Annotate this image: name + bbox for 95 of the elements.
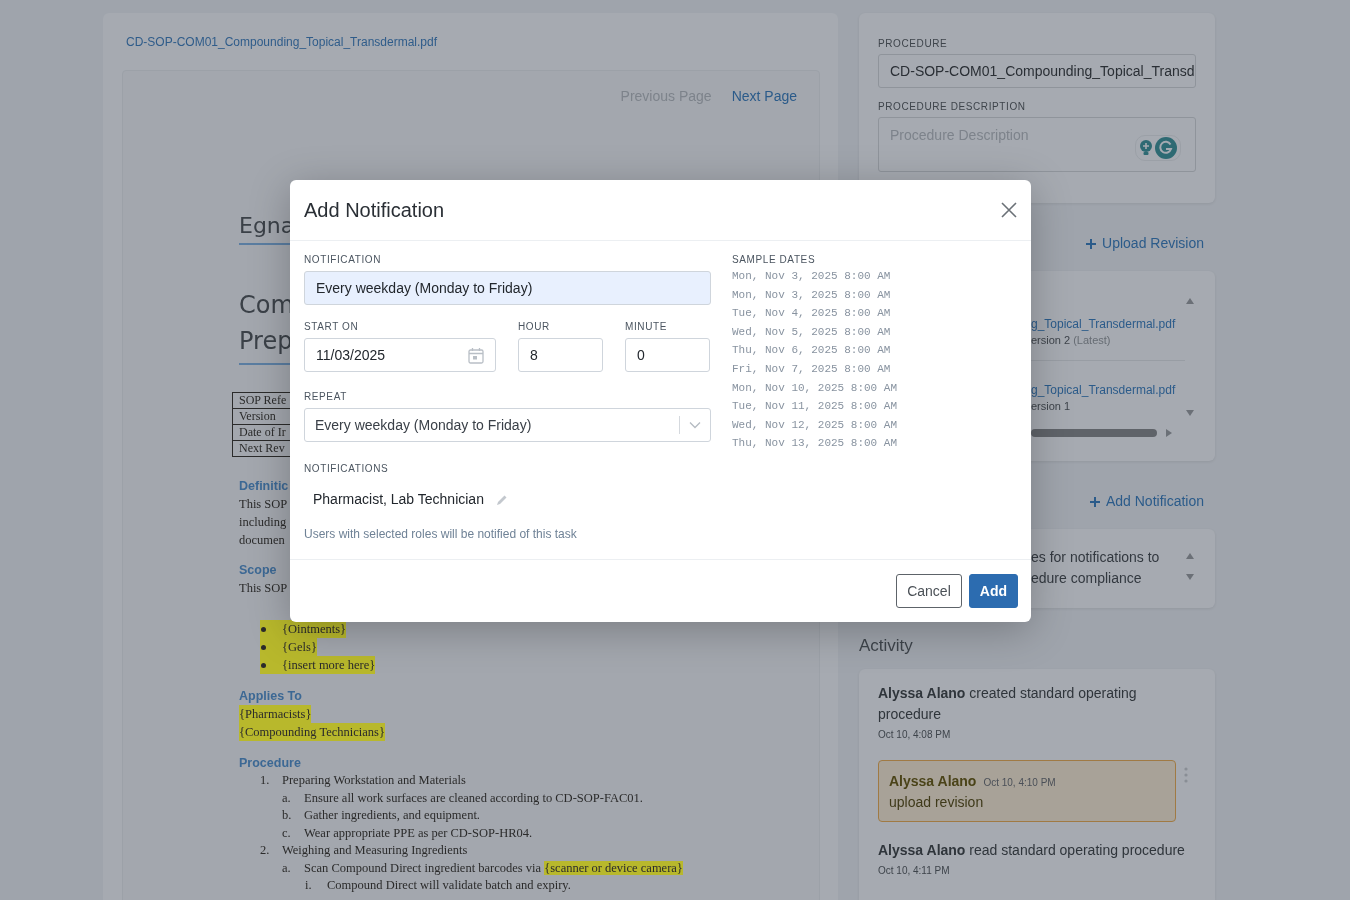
scroll-up-icon[interactable]	[1185, 297, 1195, 307]
activity-heading: Activity	[859, 635, 914, 657]
body-text: {Pharmacists}	[239, 705, 312, 723]
body-text: This SOP	[239, 496, 288, 513]
activity-text: Alyssa Alano read standard operating procedure	[878, 841, 1186, 860]
bullet-item: {insert more here}	[282, 657, 376, 674]
activity-text: Alyssa Alano created standard operating procedure	[878, 684, 1138, 724]
procedure-step: Scan Compound Direct ingredient barcodes via {scanner or device camera}	[304, 859, 683, 877]
bullet-icon	[261, 626, 266, 632]
plus-icon	[1089, 496, 1100, 507]
activity-time: Oct 10, 4:11 PM	[878, 864, 951, 878]
section-heading: Applies To	[239, 688, 302, 705]
field-label: PROCEDURE	[878, 38, 949, 50]
field-label: NOTIFICATIONS	[304, 463, 390, 475]
input-field[interactable]: Every weekday (Monday to Friday)	[304, 271, 711, 305]
field-label: PROCEDURE DESCRIPTION	[878, 101, 1027, 113]
list-marker: i.	[305, 877, 313, 894]
upload-revision-link[interactable]: Upload Revision	[1086, 233, 1204, 254]
chevron-down-icon	[689, 421, 701, 429]
sample-date: Thu, Nov 6, 2025 8:00 AM	[732, 343, 892, 359]
list-marker: a.	[282, 859, 292, 877]
notification-text: es for notifications to	[1031, 548, 1161, 567]
procedure-step: Ensure all work surfaces are cleaned according to CD-SOP-FAC01.	[304, 789, 643, 807]
section-heading: Scope	[239, 562, 277, 579]
list-marker: b.	[282, 807, 293, 824]
sample-date: Fri, Nov 7, 2025 8:00 AM	[732, 361, 892, 377]
sample-date: Mon, Nov 10, 2025 8:00 AM	[732, 380, 898, 396]
procedure-step: Compound Direct will validate batch and expiry.	[327, 877, 571, 895]
add-button[interactable]: Add	[968, 574, 1018, 608]
revision-item[interactable]: g_Topical_Transdermal.pdf ersion 1	[1031, 361, 1185, 426]
revision-file-name: g_Topical_Transdermal.pdf	[1031, 382, 1177, 398]
revision-version: ersion 1	[1031, 399, 1072, 414]
field-value: Every weekday (Monday to Friday)	[316, 278, 533, 298]
list-marker: c.	[282, 824, 292, 842]
field-label: REPEAT	[304, 391, 348, 403]
plus-icon	[1086, 238, 1097, 249]
field-label: HOUR	[518, 321, 551, 333]
sample-date: Thu, Nov 13, 2025 8:00 AM	[732, 436, 898, 452]
body-text: documen	[239, 532, 285, 549]
input-field[interactable]: 0	[625, 338, 710, 372]
activity-time: Oct 10, 4:08 PM	[878, 728, 952, 742]
body-text: This SOP	[239, 580, 288, 597]
lightbulb-icon[interactable]	[1139, 139, 1153, 157]
field-label: MINUTE	[625, 321, 668, 333]
comment-author: Alyssa Alano	[889, 772, 977, 791]
comment-time: Oct 10, 4:10 PM	[983, 776, 1056, 790]
field-value: 0	[637, 345, 645, 365]
bullet-icon	[261, 662, 266, 668]
sample-date: Wed, Nov 12, 2025 8:00 AM	[732, 417, 898, 433]
list-marker: 1.	[260, 772, 271, 789]
repeat-select[interactable]: Every weekday (Monday to Friday)	[304, 408, 711, 442]
procedure-step: Gather ingredients, and equipment.	[304, 807, 480, 825]
scroll-up-icon[interactable]	[1185, 552, 1195, 562]
field-value: 11/03/2025	[316, 345, 387, 365]
sample-date: Tue, Nov 4, 2025 8:00 AM	[732, 306, 892, 322]
body-text: including	[239, 514, 287, 531]
pager-link[interactable]: Next Page	[731, 86, 797, 107]
input-field[interactable]: 11/03/2025	[304, 338, 496, 372]
list-marker: a.	[282, 789, 292, 807]
sample-date: Mon, Nov 3, 2025 8:00 AM	[732, 269, 892, 284]
field-label: NOTIFICATION	[304, 254, 382, 266]
close-icon[interactable]	[1001, 202, 1017, 218]
section-heading: Procedure	[239, 755, 301, 772]
file-name-link[interactable]: CD-SOP-COM01_Compounding_Topical_Transdermal.pdf	[126, 33, 819, 51]
field-value: 8	[530, 345, 538, 365]
list-marker: 2.	[260, 842, 271, 859]
body-text: {Compounding Technicians}	[239, 723, 385, 741]
revision-version: ersion 2 (Latest)	[1031, 333, 1112, 348]
scrollbar-thumb[interactable]	[1031, 429, 1157, 437]
field-label: SAMPLE DATES	[732, 254, 817, 266]
sample-date: Mon, Nov 3, 2025 8:00 AM	[732, 287, 892, 303]
field-label: START ON	[304, 321, 360, 333]
pencil-icon[interactable]	[495, 493, 508, 506]
sample-date: Wed, Nov 5, 2025 8:00 AM	[732, 324, 892, 340]
procedure-name-field[interactable]: CD-SOP-COM01_Compounding_Topical_Transd	[878, 54, 1196, 88]
helper-text: Users with selected roles will be notified of this task	[304, 526, 578, 543]
procedure-step: Weighing and Measuring Ingredients	[282, 842, 468, 860]
procedure-step: Preparing Workstation and Materials	[282, 772, 466, 790]
modal-title: Add Notification	[304, 198, 445, 223]
calendar-icon[interactable]	[468, 346, 484, 364]
assistant-logo-icon[interactable]	[1155, 137, 1177, 159]
document-heading: Prep	[239, 326, 292, 357]
selected-roles[interactable]: Pharmacist, Lab Technician	[313, 489, 484, 510]
comment-text: upload revision	[889, 793, 985, 812]
notification-text: edure compliance	[1031, 569, 1143, 588]
input-field[interactable]: 8	[518, 338, 603, 372]
procedure-step: Wear appropriate PPE as per CD-SOP-HR04.	[304, 824, 533, 842]
sample-date: Tue, Nov 11, 2025 8:00 AM	[732, 399, 898, 415]
bullet-icon	[261, 644, 266, 650]
bullet-item: {Ointments}	[282, 621, 347, 638]
bullet-item: {Gels}	[282, 639, 317, 656]
section-heading: Definitic	[239, 478, 289, 495]
cancel-button[interactable]: Cancel	[896, 574, 962, 608]
revision-file-name: g_Topical_Transdermal.pdf	[1031, 316, 1177, 332]
add-notification-link[interactable]: Add Notification	[1089, 491, 1204, 512]
